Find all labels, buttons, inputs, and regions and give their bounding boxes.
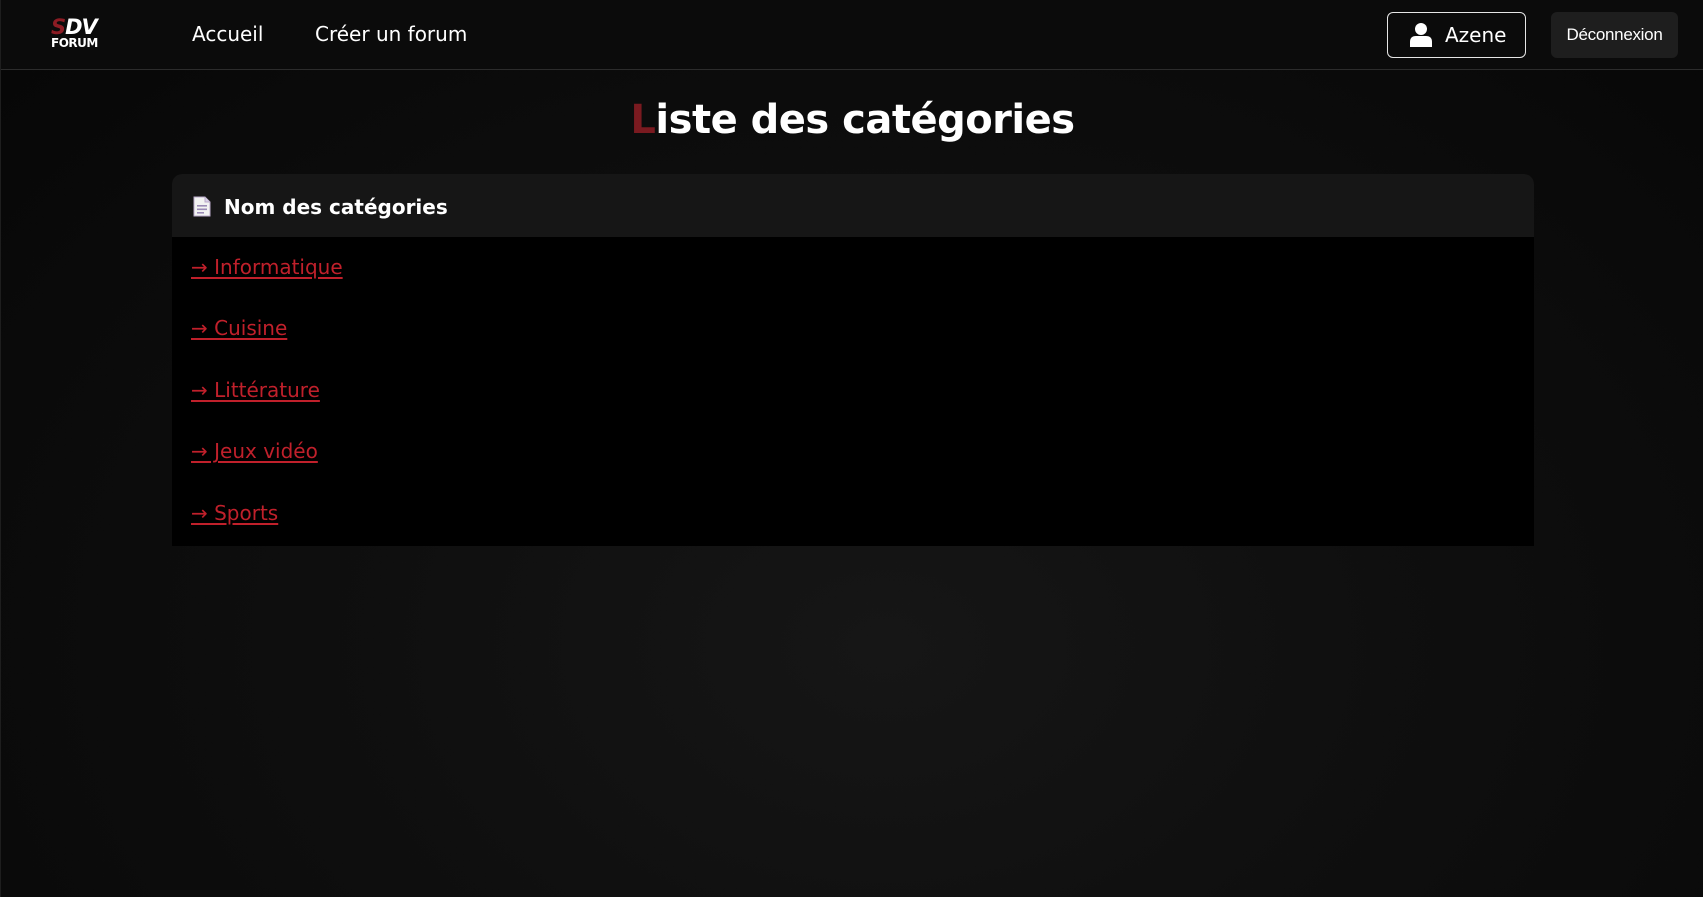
nav-link-create-forum[interactable]: Créer un forum [315,22,467,46]
page-title-rest: iste des catégories [655,97,1075,143]
page-title-first-letter: L [630,97,656,143]
category-link-jeux-video[interactable]: → Jeux vidéo [191,439,318,463]
user-profile-button[interactable]: Azene [1387,12,1526,58]
category-link-sports[interactable]: → Sports [191,501,278,525]
logo-text-bottom: FORUM [51,36,98,50]
logo-text-top: SDV [51,17,113,38]
user-name: Azene [1445,23,1507,47]
navbar: SDV FORUM Accueil Créer un forum Azene D… [1,0,1703,70]
categories-card: Nom des catégories → Informatique → Cuis… [172,174,1534,546]
category-link-informatique[interactable]: → Informatique [191,255,343,279]
user-icon [1410,23,1432,47]
document-icon [193,196,211,217]
logo[interactable]: SDV FORUM [51,17,113,53]
logout-button[interactable]: Déconnexion [1551,12,1678,58]
card-header-title: Nom des catégories [224,195,448,219]
page-title: Liste des catégories [1,97,1703,143]
category-link-cuisine[interactable]: → Cuisine [191,316,287,340]
category-link-litterature[interactable]: → Littérature [191,378,320,402]
nav-link-home[interactable]: Accueil [192,22,263,46]
card-header: Nom des catégories [172,174,1534,237]
